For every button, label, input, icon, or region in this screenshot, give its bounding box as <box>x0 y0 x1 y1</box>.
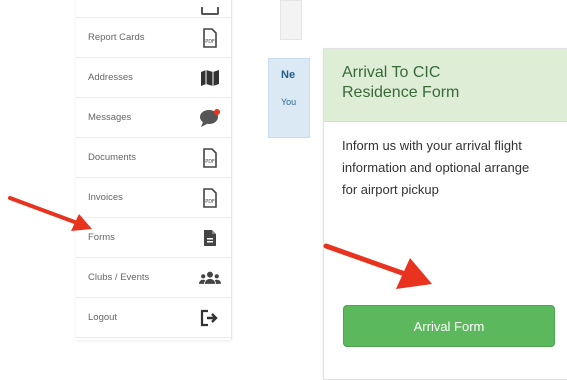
pdf-icon <box>201 7 219 15</box>
sidebar-item-label: Addresses <box>88 72 133 83</box>
users-group-icon <box>199 267 221 289</box>
sidebar-item-label: Forms <box>88 232 115 243</box>
svg-text:PDF: PDF <box>205 199 215 205</box>
sidebar-item-clubs-events[interactable]: Clubs / Events <box>76 258 231 298</box>
form-document-icon <box>199 227 221 249</box>
arrival-form-button[interactable]: Arrival Form <box>343 305 555 347</box>
logout-icon <box>199 307 221 329</box>
sidebar-item-label: Invoices <box>88 192 123 203</box>
sidebar-top-item[interactable] <box>76 0 231 18</box>
sidebar-item-label: Report Cards <box>88 32 145 43</box>
pdf-icon: PDF <box>199 147 221 169</box>
chat-bubble-icon <box>199 107 221 129</box>
sidebar-item-label: Logout <box>88 312 118 323</box>
sidebar-item-addresses[interactable]: Addresses <box>76 58 231 98</box>
sidebar: Report Cards PDF Addresses Messages Docu… <box>76 0 232 340</box>
pdf-icon: PDF <box>199 27 221 49</box>
arrival-form-card: Arrival To CIC Residence Form Inform us … <box>323 48 567 380</box>
sidebar-item-label: Messages <box>88 112 132 123</box>
sidebar-item-label: Clubs / Events <box>88 272 150 283</box>
info-box-text: You <box>281 97 297 107</box>
form-card-description: Inform us with your arrival flight infor… <box>342 138 530 197</box>
sidebar-item-messages[interactable]: Messages <box>76 98 231 138</box>
svg-text:PDF: PDF <box>205 39 215 45</box>
sidebar-item-logout[interactable]: Logout <box>76 298 231 338</box>
info-box-title: Ne <box>281 69 296 81</box>
sidebar-item-documents[interactable]: Documents PDF <box>76 138 231 178</box>
info-box: Ne You <box>268 58 310 138</box>
map-icon <box>199 67 221 89</box>
background-card <box>280 0 302 40</box>
sidebar-item-label: Documents <box>88 152 137 163</box>
sidebar-item-forms[interactable]: Forms <box>76 218 231 258</box>
sidebar-item-report-cards[interactable]: Report Cards PDF <box>76 18 231 58</box>
sidebar-item-invoices[interactable]: Invoices PDF <box>76 178 231 218</box>
pdf-icon: PDF <box>199 187 221 209</box>
form-card-header: Arrival To CIC Residence Form <box>324 49 567 122</box>
form-card-title: Arrival To CIC Residence Form <box>342 64 460 101</box>
svg-text:PDF: PDF <box>205 159 215 165</box>
